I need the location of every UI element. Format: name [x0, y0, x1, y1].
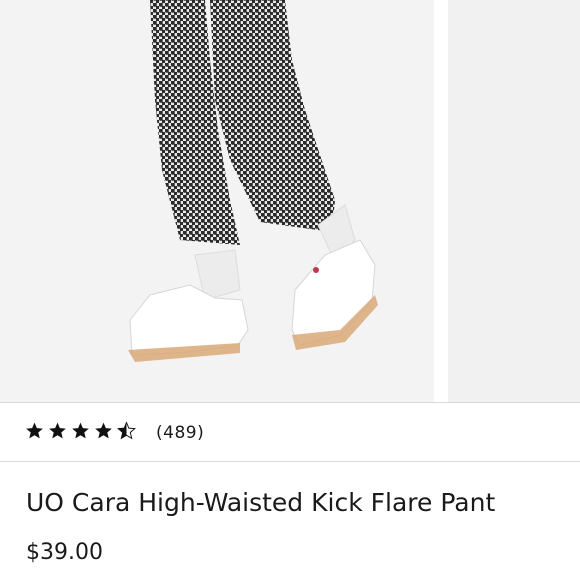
star-half-icon [117, 421, 136, 440]
star-icon [72, 422, 89, 439]
star-icon [95, 422, 112, 439]
product-image-gallery[interactable] [0, 0, 580, 402]
star-rating [25, 421, 136, 443]
product-price: $39.00 [26, 540, 103, 565]
product-photo-next[interactable] [448, 0, 580, 402]
star-icon [49, 422, 66, 439]
product-title: UO Cara High-Waisted Kick Flare Pant [26, 488, 496, 517]
product-photo-main[interactable] [0, 0, 434, 402]
star-icon [26, 422, 43, 439]
review-count[interactable]: (489) [156, 423, 204, 443]
gallery-divider [434, 0, 448, 402]
product-photo-image [0, 0, 434, 402]
rating-summary[interactable]: (489) [0, 402, 580, 462]
